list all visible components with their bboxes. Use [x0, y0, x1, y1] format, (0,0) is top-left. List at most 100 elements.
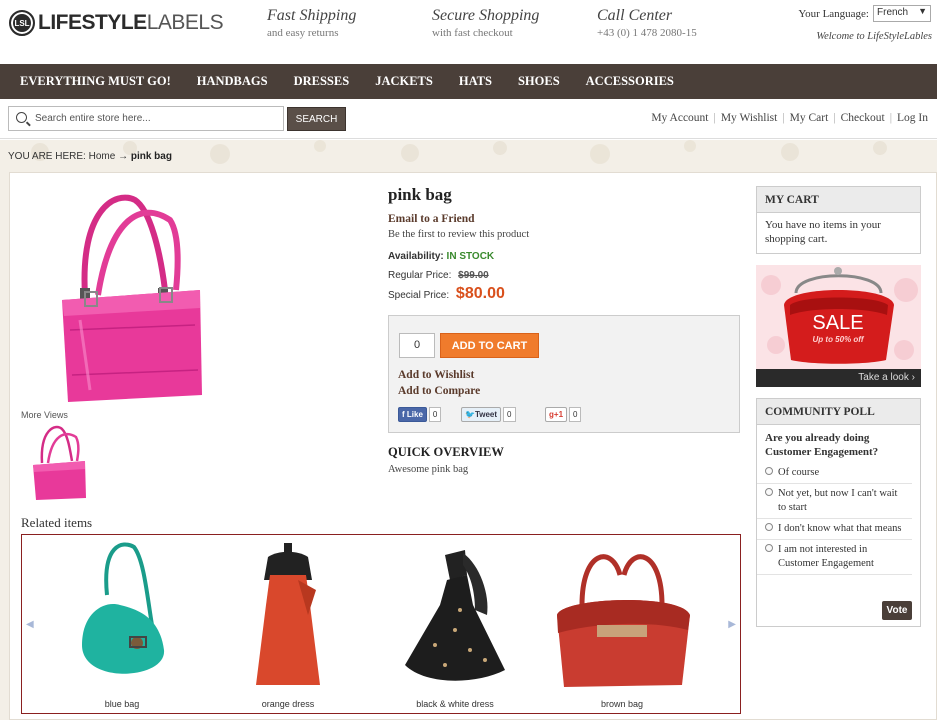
language-label: Your Language: [798, 7, 869, 20]
google-plus-one[interactable]: g +1 0 [545, 407, 582, 422]
logo[interactable]: LSL LIFESTYLELABELS [9, 9, 224, 37]
sale-link-label: Take a look [858, 372, 909, 383]
nav-item-everything-must-go[interactable]: EVERYTHING MUST GO! [20, 74, 171, 89]
related-item[interactable]: orange dress [208, 535, 368, 713]
breadcrumb-current: pink bag [130, 151, 172, 162]
regular-price: $99.00 [458, 270, 489, 281]
language-select[interactable]: French ▼ [873, 5, 931, 22]
special-price: $80.00 [455, 285, 505, 302]
related-items-title: Related items [21, 515, 93, 530]
special-price-row: Special Price: $80.00 [388, 285, 505, 303]
sale-bag-image: SALE Up to 50% off [761, 267, 918, 364]
language-value: French [877, 7, 909, 18]
related-item[interactable]: blue bag [42, 535, 202, 713]
carousel-prev-icon[interactable]: ◀ [26, 619, 34, 630]
header: LSL LIFESTYLELABELS Fast Shipping and ea… [0, 0, 937, 64]
blue-bag-image [82, 542, 165, 674]
google-plus-label: +1 [553, 410, 564, 419]
usp-secure: Secure Shopping with fast checkout [432, 7, 539, 39]
related-item-name: blue bag [104, 699, 140, 709]
poll-option[interactable]: Not yet, but now I can't wait to start [757, 484, 912, 519]
nav-item-handbags[interactable]: HANDBAGS [197, 74, 268, 89]
related-item-name: orange dress [261, 699, 315, 709]
facebook-count: 0 [428, 407, 442, 422]
review-link[interactable]: Be the first to review this product [388, 229, 529, 240]
dropdown-arrow-icon: ▼ [918, 6, 927, 16]
language-switcher: Your Language: French ▼ [798, 5, 931, 22]
twitter-icon: 🐦 [465, 410, 475, 419]
radio-button[interactable] [765, 544, 773, 552]
more-views-label: More Views [21, 410, 68, 420]
facebook-like[interactable]: f Like 0 [398, 407, 442, 422]
sale-text: SALE [812, 312, 863, 334]
welcome-message: Welcome to LifeStyleLables [816, 31, 932, 42]
usp-sub: and easy returns [267, 27, 339, 39]
logo-text-light: LABELS [146, 11, 224, 34]
usp-title: Fast Shipping [267, 7, 357, 24]
poll-option-label: Not yet, but now I can't wait to start [778, 488, 898, 513]
orange-dress-image [256, 543, 320, 685]
poll-option[interactable]: I don't know what that means [757, 519, 912, 540]
logo-mark-icon: LSL [9, 10, 35, 36]
nav-item-shoes[interactable]: SHOES [518, 74, 560, 89]
regular-price-label: Regular Price: [388, 270, 452, 281]
quick-overview-title: QUICK OVERVIEW [388, 445, 504, 459]
tweet-label: Tweet [474, 410, 498, 419]
search-input[interactable]: Search entire store here... [8, 106, 284, 131]
search-placeholder: Search entire store here... [35, 113, 151, 124]
related-item[interactable]: brown bag [542, 535, 702, 713]
link-checkout[interactable]: Checkout [836, 112, 890, 124]
related-item[interactable]: black & white dress [375, 535, 535, 713]
product-thumbnail[interactable] [30, 425, 88, 500]
quick-overview-text: Awesome pink bag [388, 464, 469, 475]
product-title: pink bag [388, 185, 452, 204]
usp-title: Call Center [597, 7, 673, 24]
radio-button[interactable] [765, 523, 773, 531]
email-friend-link[interactable]: Email to a Friend [388, 213, 475, 225]
link-log-in[interactable]: Log In [892, 112, 933, 124]
usp-title: Secure Shopping [432, 7, 540, 24]
product-image[interactable] [50, 190, 210, 405]
nav-item-accessories[interactable]: ACCESSORIES [586, 74, 674, 89]
add-to-cart-button[interactable]: ADD TO CART [440, 333, 539, 358]
link-my-cart[interactable]: My Cart [785, 112, 834, 124]
community-poll-block: COMMUNITY POLL Are you already doing Cus… [756, 398, 921, 627]
link-my-wishlist[interactable]: My Wishlist [716, 112, 783, 124]
nav-item-dresses[interactable]: DRESSES [294, 74, 350, 89]
my-cart-block: MY CART You have no items in your shoppi… [756, 186, 921, 254]
related-item-name: black & white dress [416, 699, 494, 709]
add-to-wishlist-link[interactable]: Add to Wishlist [398, 369, 474, 381]
twitter-tweet[interactable]: 🐦 Tweet 0 [461, 407, 516, 422]
my-cart-title: MY CART [757, 187, 920, 213]
availability-value: IN STOCK [446, 251, 495, 262]
add-to-cart-box: 0 ADD TO CART Add to Wishlist Add to Com… [388, 315, 740, 433]
poll-title: COMMUNITY POLL [757, 399, 920, 425]
radio-button[interactable] [765, 488, 773, 496]
chevron-right-icon: › [911, 372, 915, 383]
search-icon [16, 112, 27, 123]
brown-bag-image [557, 554, 690, 687]
poll-option-label: I am not interested in Customer Engageme… [778, 544, 874, 569]
logo-text-bold: LIFESTYLE [38, 11, 147, 34]
poll-option[interactable]: Of course [757, 463, 912, 484]
search-button[interactable]: SEARCH [287, 107, 346, 131]
link-my-account[interactable]: My Account [646, 112, 713, 124]
cart-empty-message: You have no items in your shopping cart. [765, 219, 881, 245]
usp-callcenter: Call Center +43 (0) 1 478 2080-15 [597, 7, 697, 39]
vote-button[interactable]: Vote [882, 601, 912, 620]
sale-take-a-look[interactable]: Take a look › [756, 369, 921, 387]
usp-sub: +43 (0) 1 478 2080-15 [597, 27, 697, 39]
sale-banner[interactable]: SALE Up to 50% off Take a look › [756, 265, 921, 387]
quantity-input[interactable]: 0 [399, 333, 435, 358]
breadcrumb-home[interactable]: Home [89, 151, 116, 162]
nav-item-jackets[interactable]: JACKETS [375, 74, 433, 89]
google-plus-count: 0 [569, 407, 582, 422]
regular-price-row: Regular Price: $99.00 [388, 270, 489, 281]
related-item-name: brown bag [600, 699, 644, 709]
poll-option[interactable]: I am not interested in Customer Engageme… [757, 540, 912, 575]
carousel-next-icon[interactable]: ▶ [728, 619, 736, 630]
radio-button[interactable] [765, 467, 773, 475]
main-nav: EVERYTHING MUST GO! HANDBAGS DRESSES JAC… [0, 64, 937, 99]
add-to-compare-link[interactable]: Add to Compare [398, 385, 480, 397]
nav-item-hats[interactable]: HATS [459, 74, 492, 89]
